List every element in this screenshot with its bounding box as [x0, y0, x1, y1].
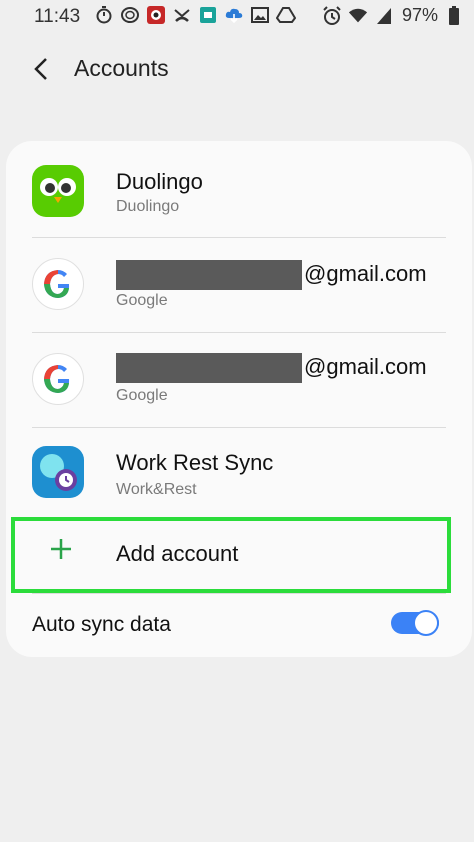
alarm-icon: [322, 5, 342, 26]
accounts-card: Duolingo Duolingo @gmail.com Google @gma…: [6, 141, 472, 657]
notification-icons: [94, 5, 296, 25]
google-g-icon: [32, 258, 84, 310]
work-rest-sync-icon: [32, 446, 84, 498]
cloud-download-icon: [224, 5, 244, 25]
account-email: @gmail.com: [116, 260, 427, 290]
account-row-duolingo[interactable]: Duolingo Duolingo: [6, 141, 472, 237]
battery-percent: 97%: [401, 5, 438, 25]
account-name: Duolingo: [116, 169, 203, 194]
account-row-work-rest-sync[interactable]: Work Rest Sync Work&Rest: [6, 428, 472, 518]
redacted-block: [116, 353, 302, 383]
account-email: @gmail.com: [116, 353, 427, 383]
drive-icon: [276, 5, 296, 25]
back-arrow-icon: [34, 58, 47, 80]
duolingo-owl-icon: [32, 165, 84, 217]
auto-sync-toggle[interactable]: [390, 609, 440, 637]
plus-icon: [51, 539, 71, 559]
battery-icon: [444, 5, 464, 26]
account-type: Google: [116, 292, 168, 309]
account-row-google-1[interactable]: @gmail.com Google: [6, 238, 472, 332]
status-time: 11:43: [34, 6, 81, 27]
account-type: Work&Rest: [116, 481, 197, 498]
add-account-button[interactable]: Add account: [11, 517, 451, 593]
system-icons: 97%: [322, 5, 464, 26]
account-type: Google: [116, 387, 168, 404]
auto-sync-label: Auto sync data: [32, 613, 171, 636]
divider: [32, 593, 446, 594]
back-button[interactable]: [30, 56, 52, 82]
google-g-icon: [32, 353, 84, 405]
image-icon: [250, 5, 270, 25]
missed-call-icon: [172, 5, 192, 25]
wifi-calling-icon: [120, 5, 140, 25]
timer-icon: [94, 5, 114, 25]
add-account-label: Add account: [116, 541, 239, 566]
app-notification-icon: [146, 5, 166, 25]
status-bar: 11:43 97%: [0, 0, 474, 34]
redacted-block: [116, 260, 302, 290]
teal-app-icon: [198, 5, 218, 25]
page-title: Accounts: [74, 55, 169, 81]
wifi-icon: [348, 6, 368, 26]
account-type: Duolingo: [116, 198, 180, 215]
account-name: Work Rest Sync: [116, 450, 274, 475]
account-row-google-2[interactable]: @gmail.com Google: [6, 333, 472, 427]
signal-icon: [374, 6, 394, 26]
